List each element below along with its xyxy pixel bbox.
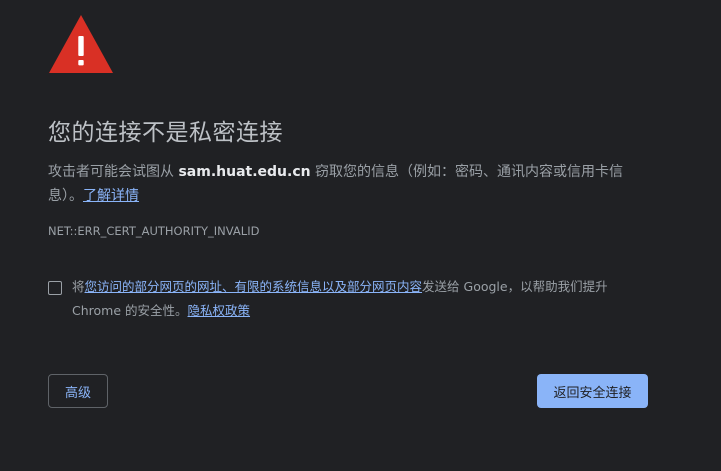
back-to-safety-button[interactable]: 返回安全连接 <box>537 374 648 408</box>
description-text-before: 攻击者可能会试图从 <box>48 164 179 180</box>
consent-prefix: 将 <box>72 279 85 294</box>
advanced-button[interactable]: 高级 <box>48 374 108 408</box>
hostname: sam.huat.edu.cn <box>178 164 311 180</box>
privacy-policy-link[interactable]: 隐私权政策 <box>188 303 251 318</box>
error-code: NET::ERR_CERT_AUTHORITY_INVALID <box>48 224 260 238</box>
warning-icon <box>49 15 113 73</box>
safe-browsing-consent: 将您访问的部分网页的网址、有限的系统信息以及部分网页内容发送给 Google，以… <box>72 275 647 323</box>
report-details-link[interactable]: 您访问的部分网页的网址、有限的系统信息以及部分网页内容 <box>85 279 423 294</box>
page-title: 您的连接不是私密连接 <box>48 120 283 146</box>
send-report-checkbox[interactable] <box>48 281 62 295</box>
learn-more-link[interactable]: 了解详情 <box>83 188 139 204</box>
interstitial-page: 您的连接不是私密连接 攻击者可能会试图从 sam.huat.edu.cn 窃取您… <box>0 0 721 471</box>
error-description: 攻击者可能会试图从 sam.huat.edu.cn 窃取您的信息（例如：密码、通… <box>48 160 648 208</box>
